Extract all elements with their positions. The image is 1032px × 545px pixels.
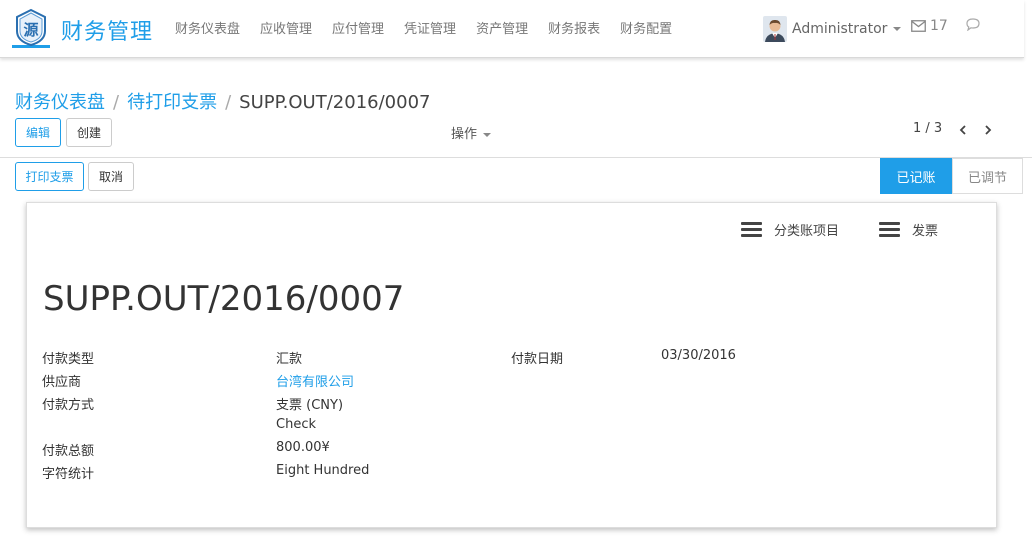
divider: [0, 157, 1032, 158]
chevron-down-icon: [483, 132, 492, 137]
list-icon: [879, 222, 900, 237]
user-name: Administrator: [792, 21, 888, 37]
actions-label: 操作: [451, 127, 478, 142]
journal-items-label: 分类账项目: [774, 224, 840, 239]
create-button[interactable]: 创建: [66, 118, 112, 147]
chevron-right-icon: [985, 125, 992, 135]
menu-item-receivables[interactable]: 应收管理: [260, 18, 312, 37]
payment-type-label: 付款类型: [42, 352, 95, 367]
pager-value: 1 / 3: [913, 121, 943, 136]
amount-value: 800.00¥: [276, 440, 330, 455]
print-check-button[interactable]: 打印支票: [15, 162, 84, 191]
amount-words-label: 字符统计: [42, 467, 95, 482]
list-icon: [741, 222, 762, 237]
actions-dropdown[interactable]: 操作: [451, 123, 492, 142]
app-title[interactable]: 财务管理: [61, 14, 153, 46]
breadcrumb-pending-checks[interactable]: 待打印支票: [127, 92, 217, 113]
partner-label: 供应商: [42, 375, 82, 390]
chevron-down-icon: [893, 27, 902, 31]
partner-link[interactable]: 台湾有限公司: [276, 371, 354, 390]
journal-value: 支票 (CNY): [276, 398, 344, 413]
chat-bubble-icon: [966, 18, 980, 32]
pager-next-button[interactable]: [980, 121, 996, 139]
chat-button[interactable]: [966, 18, 980, 35]
menu-item-dashboard[interactable]: 财务仪表盘: [175, 18, 240, 37]
breadcrumb-separator: /: [225, 92, 232, 113]
edit-button[interactable]: 编辑: [15, 118, 61, 147]
journal-label: 付款方式: [42, 398, 95, 413]
menu-item-vouchers[interactable]: 凭证管理: [404, 18, 456, 37]
breadcrumb-separator: /: [113, 92, 120, 113]
journal-items-button[interactable]: 分类账项目: [741, 220, 839, 239]
payment-date-label: 付款日期: [511, 352, 564, 367]
amount-label: 付款总额: [42, 444, 95, 459]
messages-button[interactable]: 17: [911, 18, 948, 34]
payment-type-value: 汇款: [276, 352, 303, 367]
status-reconciled[interactable]: 已调节: [952, 158, 1023, 194]
payment-method-value: Check: [276, 417, 316, 432]
payment-date-value: 03/30/2016: [661, 348, 736, 363]
cancel-button[interactable]: 取消: [88, 162, 134, 191]
breadcrumb-dashboard[interactable]: 财务仪表盘: [15, 92, 105, 113]
svg-text:源: 源: [23, 21, 38, 39]
menu-item-reports[interactable]: 财务报表: [548, 18, 600, 37]
menu-item-config[interactable]: 财务配置: [620, 18, 672, 37]
envelope-icon: [911, 20, 926, 32]
record-title: SUPP.OUT/2016/0007: [43, 279, 405, 319]
top-navbar: 源 财务管理 财务仪表盘 应收管理 应付管理 凭证管理 资产管理 财务报表 财务…: [0, 0, 1024, 58]
breadcrumb-current: SUPP.OUT/2016/0007: [239, 92, 431, 113]
status-posted[interactable]: 已记账: [880, 158, 952, 194]
chevron-left-icon: [959, 125, 966, 135]
invoices-button[interactable]: 发票: [879, 220, 938, 239]
user-menu[interactable]: Administrator: [792, 21, 902, 37]
menu-item-assets[interactable]: 资产管理: [476, 18, 528, 37]
breadcrumb: 财务仪表盘 / 待打印支票 / SUPP.OUT/2016/0007: [15, 88, 430, 114]
form-sheet: 分类账项目 发票 SUPP.OUT/2016/0007 付款类型 汇款 供应商 …: [26, 202, 997, 528]
main-menu: 财务仪表盘 应收管理 应付管理 凭证管理 资产管理 财务报表 财务配置: [175, 18, 692, 37]
invoices-label: 发票: [912, 224, 939, 239]
amount-words-value: Eight Hundred: [276, 463, 370, 478]
menu-item-payables[interactable]: 应付管理: [332, 18, 384, 37]
avatar[interactable]: [763, 16, 787, 42]
app-logo-icon[interactable]: 源: [12, 8, 50, 50]
pager-previous-button[interactable]: [955, 121, 971, 139]
messages-count: 17: [930, 18, 948, 34]
